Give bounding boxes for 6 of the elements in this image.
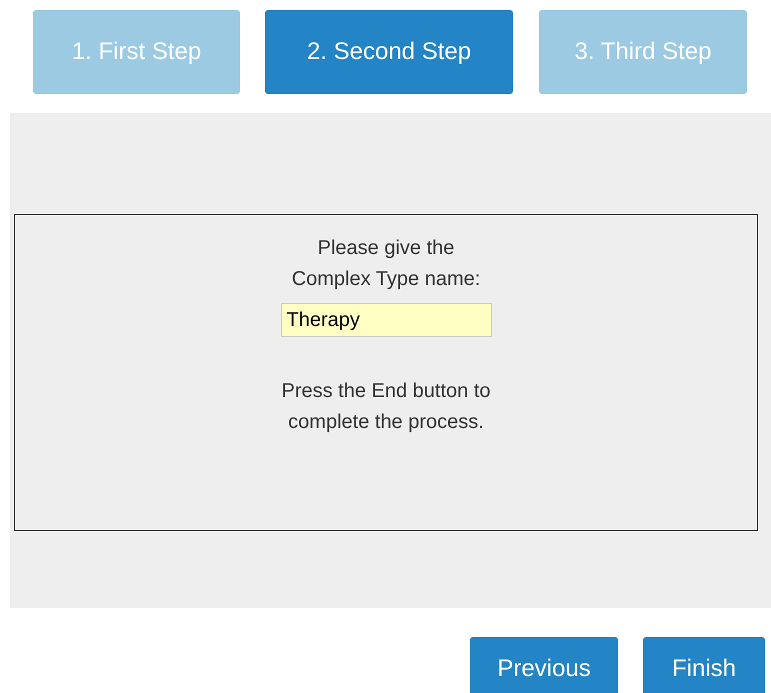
prompt-text: Please give the Complex Type name:: [291, 236, 481, 292]
finish-button[interactable]: Finish: [643, 637, 765, 693]
previous-button[interactable]: Previous: [470, 637, 618, 693]
step-tab[interactable]: 2. Second Step: [265, 10, 513, 94]
instruction-text: Press the End button to complete the process.: [280, 379, 492, 435]
input-field[interactable]: Therapy: [280, 303, 492, 337]
